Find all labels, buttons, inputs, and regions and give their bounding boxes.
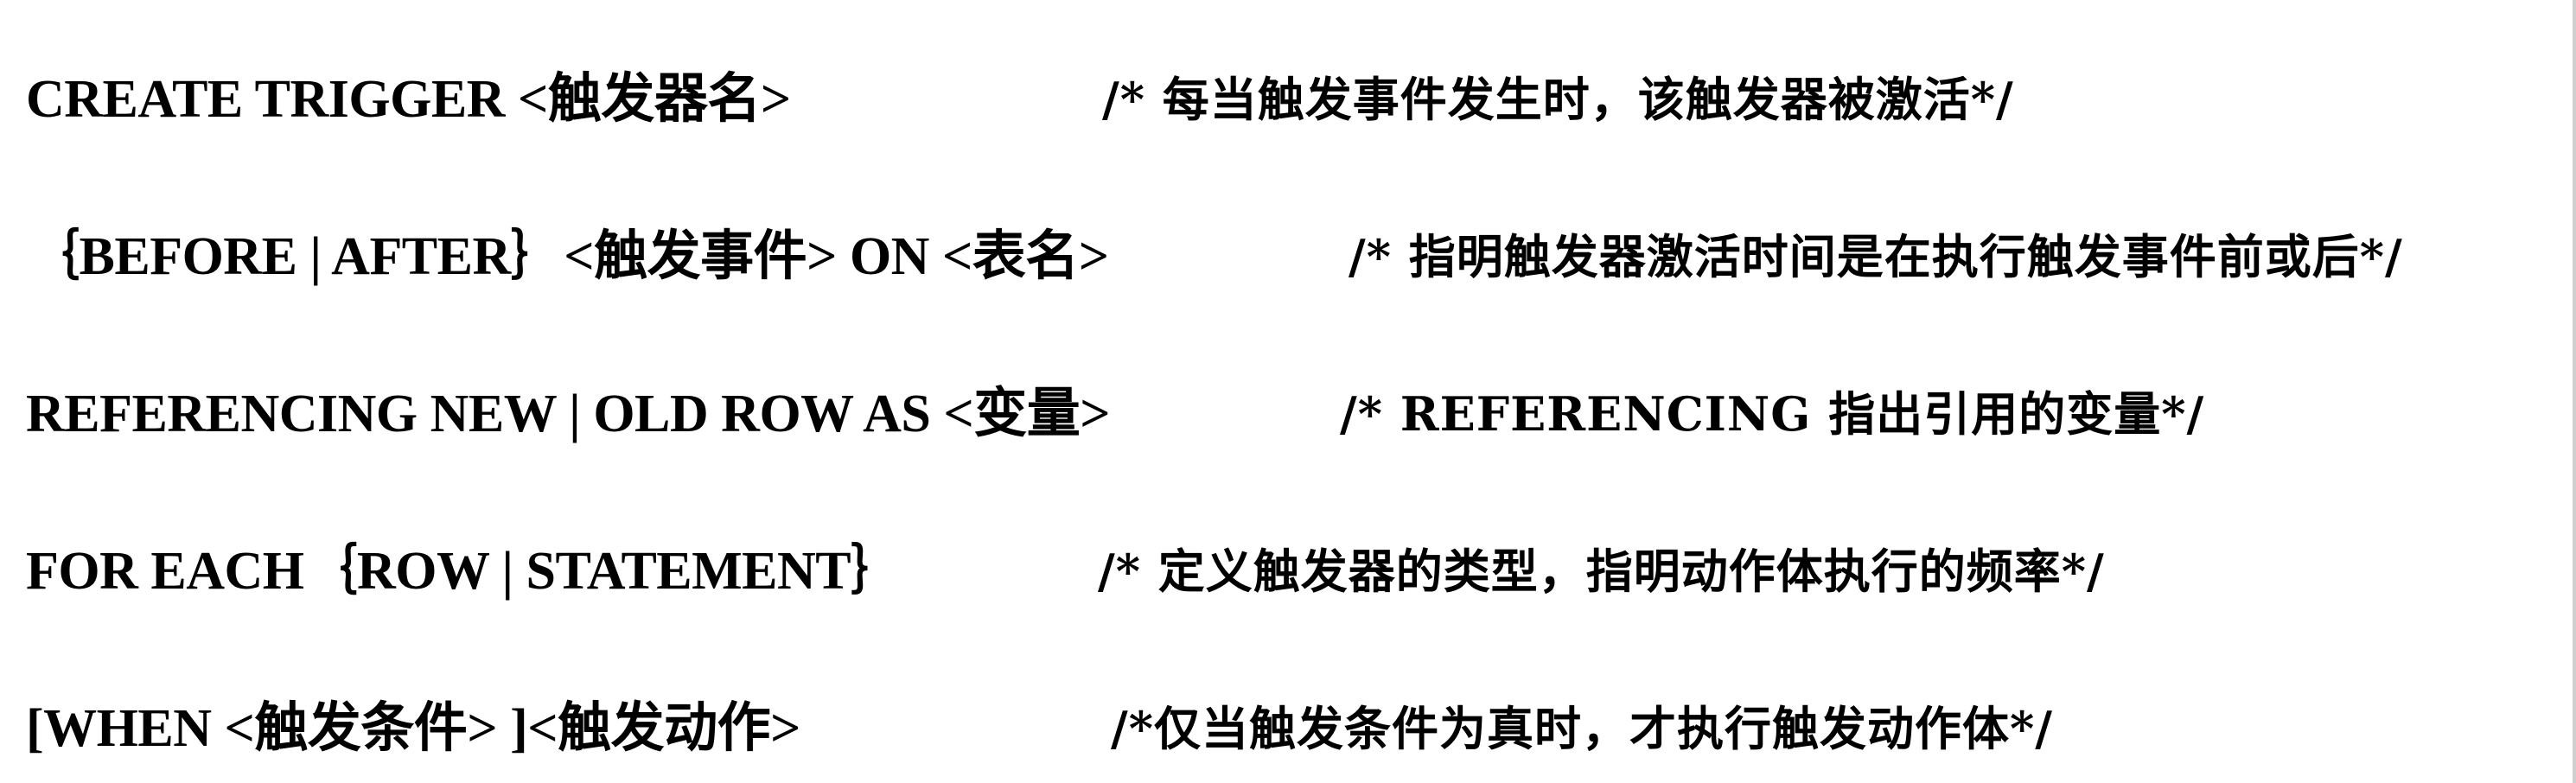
syntax-comment: /*仅当触发条件为真时，才执行触发动作体*/ (1111, 701, 2053, 756)
syntax-code: CREATE TRIGGER <触发器名> (26, 70, 791, 129)
syntax-comment: /* 定义触发器的类型，指明动作体执行的频率*/ (1098, 544, 2105, 599)
syntax-code: FOR EACH｛ROW | STATEMENT｝ (26, 542, 904, 601)
syntax-code: REFERENCING NEW | OLD ROW AS <变量> (26, 385, 1111, 443)
document-page: CREATE TRIGGER <触发器名> /* 每当触发事件发生时，该触发器被… (0, 0, 2576, 783)
syntax-comment: /* 每当触发事件发生时，该触发器被激活*/ (1102, 72, 2014, 127)
page-edge-divider (2573, 0, 2576, 783)
syntax-comment: /* 指明触发器激活时间是在执行触发事件前或后*/ (1349, 229, 2403, 284)
syntax-code: [WHEN <触发条件> ]<触发动作> (26, 699, 800, 758)
syntax-code: ｛BEFORE | AFTER｝<触发事件> ON <表名> (26, 227, 1109, 286)
syntax-comment: /* REFERENCING 指出引用的变量*/ (1340, 386, 2205, 442)
